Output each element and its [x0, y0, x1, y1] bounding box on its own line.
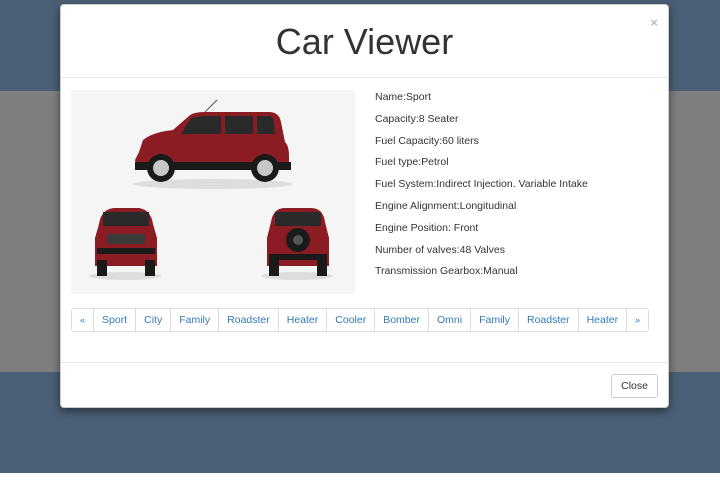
modal-title: Car Viewer [275, 21, 454, 62]
spec-capacity: Capacity:8 Seater [375, 112, 459, 125]
close-button[interactable]: Close [611, 374, 658, 398]
spec-fuel-capacity: Fuel Capacity:60 liters [375, 134, 479, 147]
pagination-next[interactable]: » [626, 309, 648, 331]
pagination-item-sport[interactable]: Sport [93, 309, 135, 331]
pagination-prev[interactable]: « [72, 309, 93, 331]
pagination-item-heater[interactable]: Heater [277, 309, 327, 331]
pagination-item-omni[interactable]: Omni [427, 309, 470, 331]
spec-fuel-system: Fuel System:Indirect Injection. Variable… [375, 178, 588, 191]
modal-footer: Close [61, 362, 668, 408]
car-photo [71, 90, 355, 294]
pagination-item-family-2[interactable]: Family [470, 309, 518, 331]
pagination-item-city[interactable]: City [135, 309, 170, 331]
modal-body: Name:Sport Capacity:8 Seater Fuel Capaci… [61, 78, 668, 362]
spec-list: Name:Sport Capacity:8 Seater Fuel Capaci… [375, 90, 665, 286]
spec-engine-position: Engine Position: Front [375, 221, 479, 234]
pagination-item-bomber[interactable]: Bomber [374, 309, 428, 331]
spec-fuel-type: Fuel type:Petrol [375, 156, 449, 169]
spec-name: Name:Sport [375, 91, 432, 103]
car-viewer-modal: Car Viewer × Name:Sport Capacity:8 Seate… [60, 4, 669, 408]
pagination-item-family[interactable]: Family [170, 309, 218, 331]
spec-transmission: Transmission Gearbox:Manual [375, 265, 518, 278]
backdrop-footer-strip [0, 473, 720, 480]
modal-header: Car Viewer × [61, 5, 668, 78]
close-icon[interactable]: × [650, 15, 658, 30]
pagination-item-heater-2[interactable]: Heater [577, 309, 627, 331]
car-photo-icon [71, 90, 355, 294]
pagination-item-roadster[interactable]: Roadster [218, 309, 278, 331]
spec-valves: Number of valves:48 Valves [375, 243, 505, 256]
spec-engine-alignment: Engine Alignment:Longitudinal [375, 199, 517, 212]
pagination-item-cooler[interactable]: Cooler [326, 309, 374, 331]
pagination: « Sport City Family Roadster Heater Cool… [71, 308, 650, 332]
pagination-item-roadster-2[interactable]: Roadster [517, 309, 578, 331]
